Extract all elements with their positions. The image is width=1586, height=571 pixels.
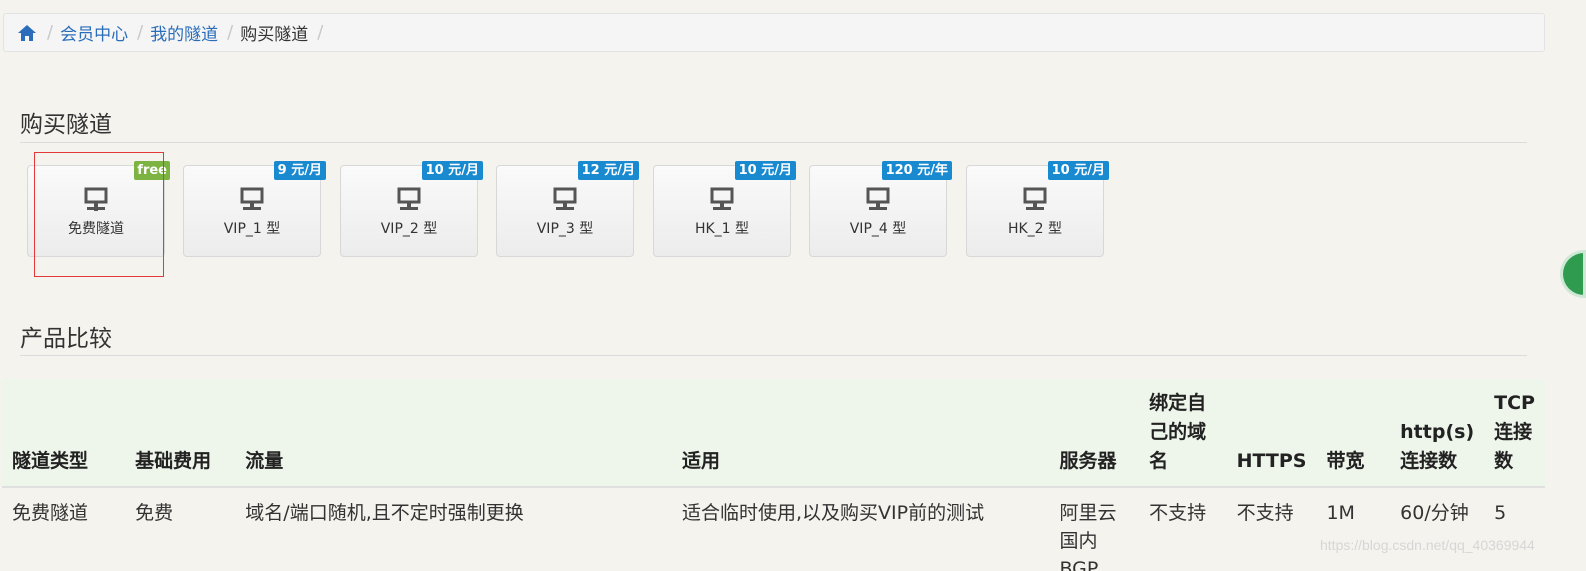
divider	[20, 355, 1527, 356]
column-header: 绑定自己的域名	[1139, 379, 1227, 488]
table-cell: 适合临时使用,以及购买VIP前的测试	[682, 502, 985, 524]
breadcrumb: / 会员中心 / 我的隧道 / 购买隧道 /	[3, 13, 1545, 52]
price-badge: 10 元/月	[421, 161, 483, 180]
plan-tile-hk2[interactable]: 10 元/月 HK_2 型	[966, 161, 1109, 257]
plan-name: 免费隧道	[68, 221, 124, 237]
price-badge: free	[134, 161, 170, 180]
watermark: https://blog.csdn.net/qq_40369944	[1320, 537, 1535, 553]
column-header: 隧道类型	[2, 379, 126, 488]
table-cell: 阿里云国内BGP	[1059, 502, 1117, 571]
plan-name: VIP_4 型	[849, 221, 907, 237]
network-icon	[710, 187, 734, 210]
plan-tile-free[interactable]: free 免费隧道	[27, 161, 170, 257]
table-row: 免费隧道 免费 域名/端口随机,且不定时强制更换 适合临时使用,以及购买VIP前…	[2, 487, 1545, 571]
table-header-row: 隧道类型 基础费用 流量 适用 服务器 绑定自己的域名 HTTPS 带宽 htt…	[2, 379, 1545, 488]
table-cell: 免费	[135, 502, 174, 524]
plan-name: HK_2 型	[1007, 221, 1063, 237]
plan-name: VIP_1 型	[223, 221, 281, 237]
table-cell: 域名/端口随机,且不定时强制更换	[245, 502, 524, 524]
price-badge: 10 元/月	[1047, 161, 1109, 180]
plan-name: HK_1 型	[694, 221, 750, 237]
table-cell: 不支持	[1149, 502, 1207, 524]
plan-name: VIP_2 型	[380, 221, 438, 237]
table-cell: 不支持	[1236, 502, 1294, 524]
column-header: TCP连接数	[1484, 379, 1545, 488]
table-cell: 5	[1494, 502, 1507, 524]
plan-name: VIP_3 型	[536, 221, 594, 237]
divider	[20, 142, 1527, 143]
table-cell: 60/分钟	[1400, 502, 1469, 524]
plan-tile-vip1[interactable]: 9 元/月 VIP_1 型	[183, 161, 326, 257]
column-header: 带宽	[1316, 379, 1391, 488]
plan-tile-vip4[interactable]: 120 元/年 VIP_4 型	[809, 161, 952, 257]
plan-tile-hk1[interactable]: 10 元/月 HK_1 型	[653, 161, 796, 257]
breadcrumb-buy-tunnel: 购买隧道	[240, 25, 309, 45]
column-header: 服务器	[1049, 379, 1140, 488]
section-title-buy: 购买隧道	[20, 112, 112, 138]
price-badge: 10 元/月	[734, 161, 796, 180]
network-icon	[553, 187, 577, 210]
breadcrumb-separator: /	[137, 22, 144, 43]
breadcrumb-member-center[interactable]: 会员中心	[60, 20, 128, 45]
table-cell: 1M	[1326, 502, 1355, 524]
price-badge: 9 元/月	[273, 161, 326, 180]
plan-tile-vip2[interactable]: 10 元/月 VIP_2 型	[340, 161, 483, 257]
plan-tile-vip3[interactable]: 12 元/月 VIP_3 型	[496, 161, 639, 257]
network-icon	[397, 187, 421, 210]
breadcrumb-my-tunnels[interactable]: 我的隧道	[150, 20, 218, 45]
column-header: HTTPS	[1226, 379, 1317, 488]
home-icon[interactable]	[16, 23, 38, 43]
network-icon	[866, 187, 890, 210]
price-badge: 12 元/月	[577, 161, 639, 180]
column-header: 适用	[672, 379, 1050, 488]
breadcrumb-separator: /	[227, 22, 234, 43]
breadcrumb-separator: /	[317, 22, 324, 43]
comparison-table: 隧道类型 基础费用 流量 适用 服务器 绑定自己的域名 HTTPS 带宽 htt…	[2, 379, 1545, 571]
column-header: 基础费用	[125, 379, 236, 488]
side-widget-handle[interactable]	[1560, 250, 1586, 298]
network-icon	[84, 187, 108, 211]
price-badge: 120 元/年	[881, 161, 952, 180]
network-icon	[240, 187, 264, 210]
section-title-compare: 产品比较	[20, 326, 112, 352]
breadcrumb-separator: /	[47, 22, 54, 43]
network-icon	[1023, 187, 1047, 210]
column-header: http(s)连接数	[1390, 379, 1485, 488]
table-cell: 免费隧道	[12, 502, 89, 524]
column-header: 流量	[235, 379, 673, 488]
